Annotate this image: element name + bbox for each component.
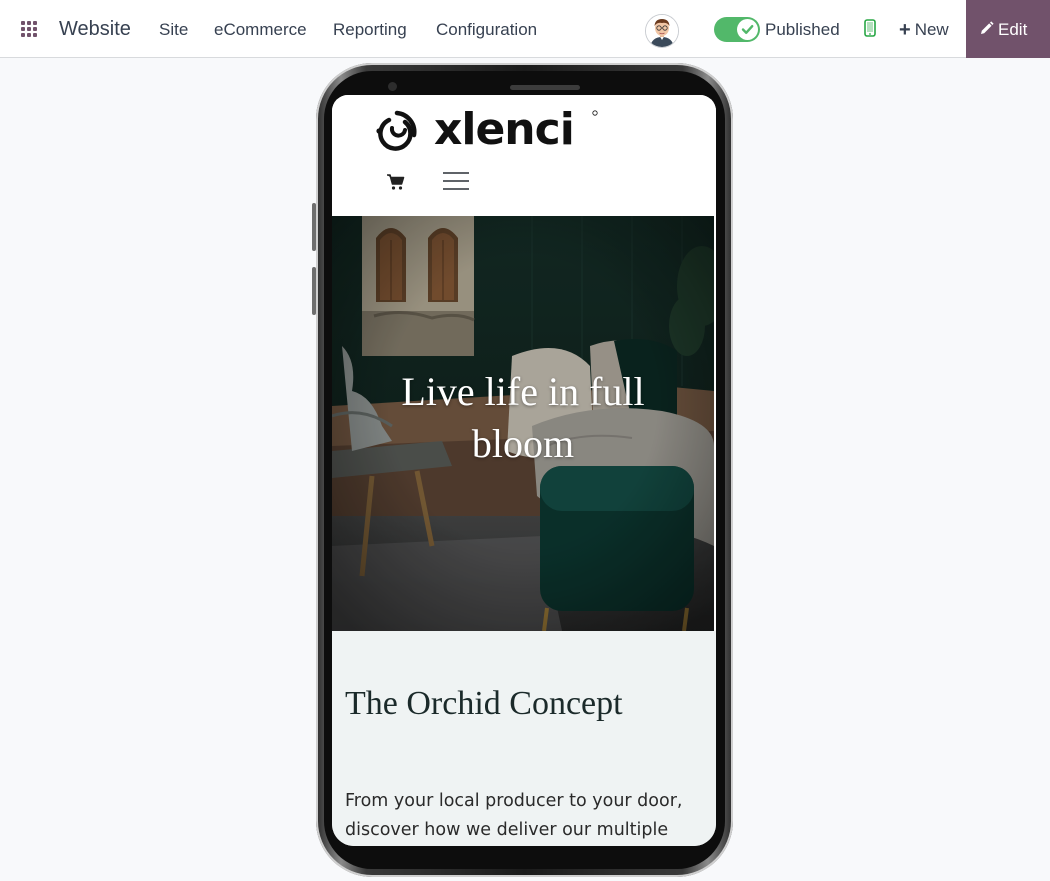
website-preview-screen[interactable]: xlenci Live life in full bloom The Orchi… — [332, 95, 716, 846]
check-icon — [741, 25, 754, 34]
concept-section: The Orchid Concept From your local produ… — [332, 631, 716, 846]
hero-banner: Live life in full bloom — [332, 216, 714, 631]
logo-wordmark: xlenci — [434, 104, 574, 155]
menu-item-ecommerce[interactable]: eCommerce — [214, 20, 307, 40]
app-brand[interactable]: Website — [59, 18, 131, 41]
edit-button[interactable]: Edit — [966, 0, 1050, 58]
section-text: From your local producer to your door, d… — [345, 791, 683, 840]
edit-button-label: Edit — [998, 20, 1028, 39]
phone-side-button — [312, 267, 316, 315]
top-navbar: Website Site eCommerce Reporting Configu… — [0, 0, 1050, 58]
new-button[interactable]: + New — [899, 18, 949, 42]
apps-menu-icon[interactable] — [21, 21, 37, 37]
user-avatar[interactable] — [645, 14, 679, 48]
phone-camera — [388, 82, 397, 91]
site-header: xlenci — [332, 95, 716, 216]
toggle-knob — [737, 19, 758, 40]
mobile-preview-frame: xlenci Live life in full bloom The Orchi… — [312, 63, 733, 877]
menu-item-reporting[interactable]: Reporting — [333, 20, 407, 40]
published-toggle[interactable] — [714, 17, 760, 42]
plus-icon: + — [899, 19, 911, 41]
phone-side-button — [312, 203, 316, 251]
menu-item-site[interactable]: Site — [159, 20, 188, 40]
published-label: Published — [765, 20, 840, 39]
new-button-label: New — [914, 20, 949, 39]
hero-title: Live life in full bloom — [401, 369, 645, 466]
site-logo[interactable]: xlenci — [372, 101, 602, 159]
mobile-preview-icon[interactable] — [864, 19, 876, 37]
phone-earpiece — [510, 85, 580, 90]
menu-item-configuration[interactable]: Configuration — [436, 20, 537, 40]
section-title: The Orchid Concept — [345, 685, 623, 722]
cart-icon[interactable] — [386, 173, 406, 191]
hamburger-menu-icon[interactable] — [443, 170, 469, 192]
pencil-icon — [981, 21, 994, 34]
